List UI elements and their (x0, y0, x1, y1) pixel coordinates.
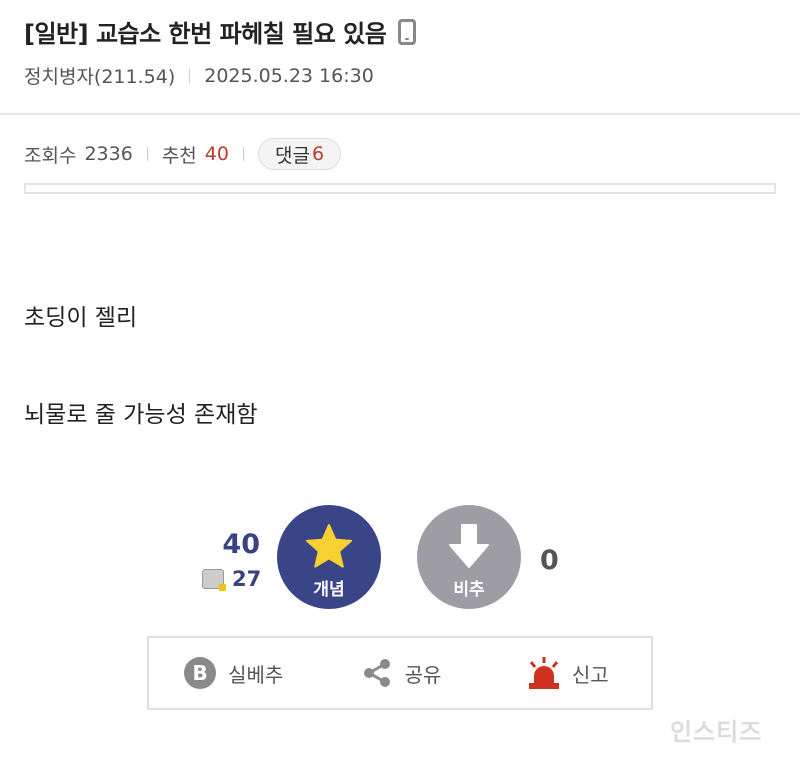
downvote-button[interactable]: 비추 (417, 505, 521, 609)
post-title: [일반] 교습소 한번 파헤칠 필요 있음 (24, 20, 387, 48)
post-meta: 정치병자(211.54) 2025.05.23 16:30 (24, 62, 374, 89)
realbest-icon: B (182, 655, 218, 691)
comments-label: 댓글 (274, 144, 310, 167)
post-action-bar: B 실베추 공유 신고 (147, 636, 653, 710)
share-icon (359, 655, 395, 691)
meta-separator (189, 68, 191, 83)
vote-area: 40 27 개념 비추 0 (0, 505, 800, 615)
share-label: 공유 (404, 662, 442, 687)
upvote-count: 40 (222, 529, 260, 560)
upvote-button[interactable]: 개념 (277, 505, 381, 609)
comments-button[interactable]: 댓글 6 (257, 138, 342, 170)
views-label: 조회수 (24, 144, 77, 167)
stats-separator (146, 147, 148, 161)
star-icon (306, 524, 352, 568)
upvote-sub-count: 27 (232, 567, 262, 591)
content-top-bar (24, 183, 776, 194)
report-button[interactable]: 신고 (484, 655, 651, 691)
fixed-nick-icon (202, 569, 226, 591)
author-name[interactable]: 정치병자(211.54) (24, 62, 175, 89)
realbest-button[interactable]: B 실베추 (149, 655, 316, 691)
mobile-phone-icon (398, 18, 417, 45)
report-label: 신고 (571, 662, 609, 687)
downvote-count: 0 (540, 545, 559, 576)
upvote-label: 개념 (313, 580, 345, 600)
arrow-down-icon (449, 524, 489, 568)
header-divider (0, 113, 800, 115)
views-count: 2336 (84, 143, 133, 165)
post-header: [일반] 교습소 한번 파헤칠 필요 있음 (24, 14, 417, 49)
content-line: 초딩이 젤리 (24, 305, 138, 331)
siren-icon (526, 655, 562, 691)
realbest-label: 실베추 (228, 662, 284, 687)
downvote-label: 비추 (453, 580, 485, 600)
recommend-label: 추천 (161, 144, 197, 167)
content-line: 뇌물로 줄 가능성 존재함 (24, 402, 258, 428)
share-button[interactable]: 공유 (316, 655, 483, 691)
upvote-sub-row: 27 (202, 567, 261, 591)
site-watermark: 인스티즈 (670, 718, 763, 746)
post-stats: 조회수 2336 추천 40 댓글 6 (24, 138, 342, 170)
recommend-count: 40 (204, 143, 229, 165)
post-datetime: 2025.05.23 16:30 (204, 64, 374, 87)
stats-separator (242, 147, 244, 161)
comments-count: 6 (311, 143, 325, 165)
